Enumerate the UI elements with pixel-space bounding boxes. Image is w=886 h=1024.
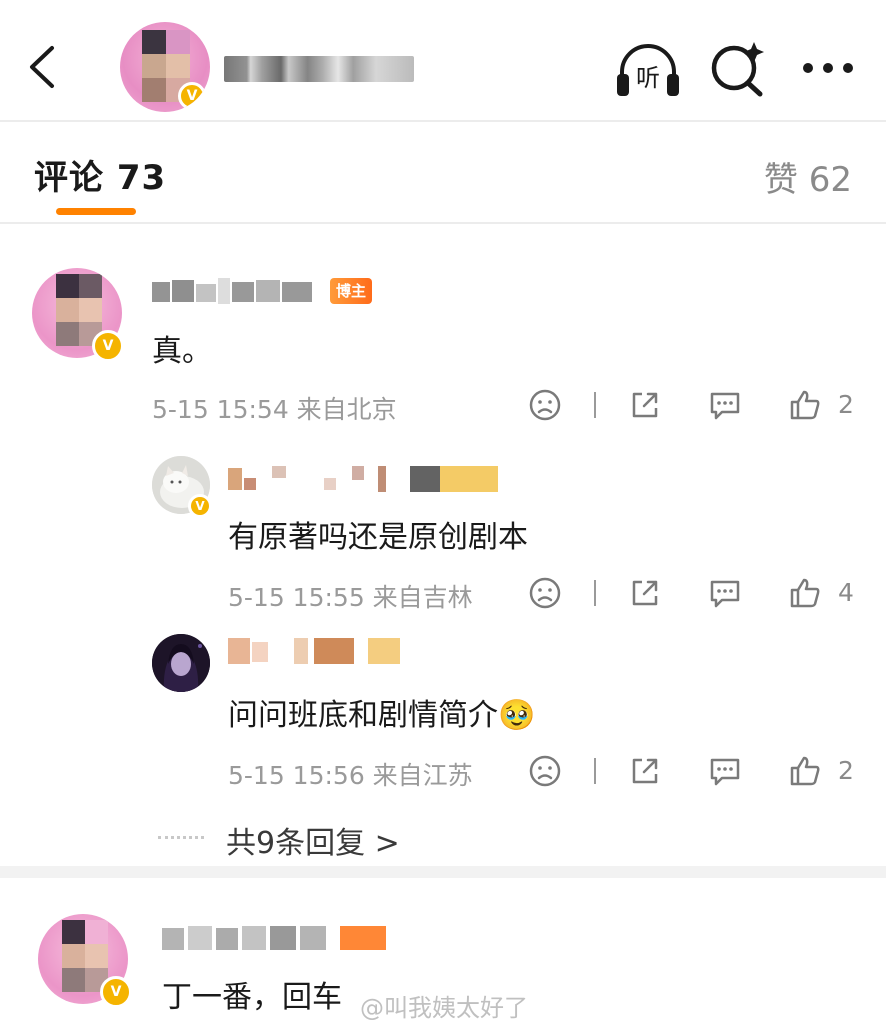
reply-icon[interactable] xyxy=(708,388,742,422)
dislike-face-icon[interactable] xyxy=(528,388,562,422)
blogger-badge: 博主 xyxy=(330,278,373,304)
share-icon[interactable] xyxy=(628,388,662,422)
verified-badge-icon: V xyxy=(92,330,124,362)
reply-text: 有原著吗还是原创剧本 xyxy=(228,520,528,555)
dark-character-avatar-image xyxy=(152,634,210,692)
tab-comments[interactable]: 评论 73 xyxy=(34,150,166,199)
like-count: 2 xyxy=(838,756,854,785)
like-count: 4 xyxy=(838,578,854,607)
dislike-face-icon[interactable] xyxy=(528,576,562,610)
tab-active-indicator xyxy=(56,208,136,215)
author-name-blurred xyxy=(224,56,414,82)
reply-text: 问问班底和剧情简介🥹 xyxy=(228,698,536,733)
dislike-face-icon[interactable] xyxy=(528,754,562,788)
share-icon[interactable] xyxy=(628,576,662,610)
reply-icon[interactable] xyxy=(708,754,742,788)
verified-badge-icon: V xyxy=(100,976,132,1008)
top-bar: V 听 xyxy=(0,0,886,120)
action-separator xyxy=(594,580,596,606)
username-blurred[interactable] xyxy=(152,278,322,304)
comment-text: 真。 xyxy=(152,334,212,369)
reply-meta: 5-15 15:55 来自吉林 xyxy=(228,583,473,612)
more-icon[interactable] xyxy=(800,48,856,88)
username-blurred[interactable] xyxy=(162,922,390,952)
thumbs-up-icon[interactable] xyxy=(788,576,822,610)
username-blurred[interactable] xyxy=(228,634,400,666)
thumbs-up-icon[interactable] xyxy=(788,754,822,788)
search-sparkle-icon[interactable] xyxy=(708,38,768,98)
back-icon[interactable] xyxy=(22,42,62,92)
comment-meta: 5-15 15:54 来自北京 xyxy=(152,395,397,424)
verified-badge-icon: V xyxy=(178,82,206,110)
username-blurred[interactable] xyxy=(228,464,498,494)
avatar[interactable] xyxy=(152,634,210,692)
comment-separator xyxy=(0,866,886,878)
action-separator xyxy=(594,758,596,784)
author-avatar[interactable]: V xyxy=(120,22,210,112)
like-count: 2 xyxy=(838,390,854,419)
share-icon[interactable] xyxy=(628,754,662,788)
listen-headphones-icon[interactable]: 听 xyxy=(614,40,682,100)
listen-label: 听 xyxy=(636,64,660,92)
more-replies-dots xyxy=(158,836,204,841)
pixelated-face xyxy=(62,920,108,992)
reply-icon[interactable] xyxy=(708,576,742,610)
tabs-divider xyxy=(0,222,886,224)
verified-badge-icon: V xyxy=(188,494,212,518)
tab-likes[interactable]: 赞 62 xyxy=(764,152,852,201)
comment-text: 丁一番，回车 xyxy=(162,980,342,1015)
more-replies-link[interactable]: 共9条回复 > xyxy=(226,818,400,862)
watermark: @叫我姨太好了 xyxy=(360,994,528,1022)
thumbs-up-icon[interactable] xyxy=(788,388,822,422)
reply-meta: 5-15 15:56 来自江苏 xyxy=(228,761,473,790)
header-divider xyxy=(0,120,886,122)
comment-page: V 听 评论 73 赞 62 V 博主 真。 5-15 15:54 来自北京 2… xyxy=(0,0,886,1024)
action-separator xyxy=(594,392,596,418)
